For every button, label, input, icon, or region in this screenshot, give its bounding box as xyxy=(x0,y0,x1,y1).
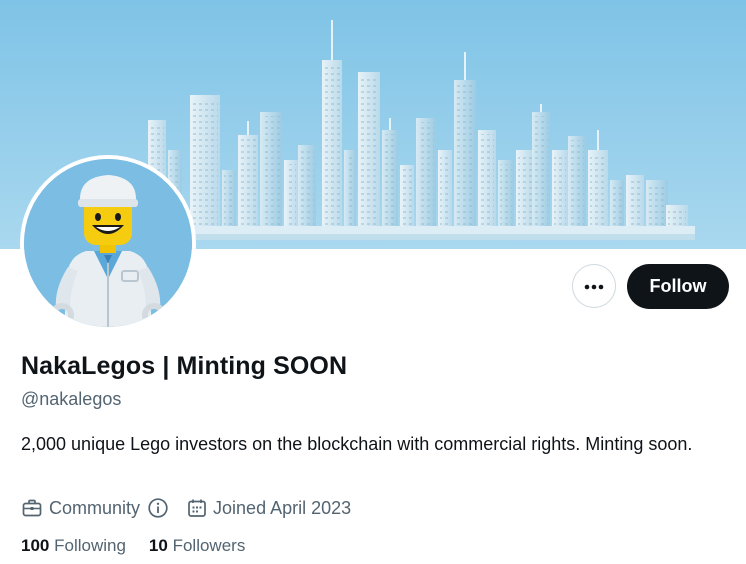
banner-building-windows xyxy=(224,174,234,228)
banner-building-windows xyxy=(500,164,512,228)
follow-button-label: Follow xyxy=(649,276,707,296)
banner-building-windows xyxy=(628,179,642,228)
banner-building-windows xyxy=(240,139,256,228)
banner-building-windows xyxy=(324,64,340,228)
banner-building-windows xyxy=(648,184,666,228)
profile-bio: 2,000 unique Lego investors on the block… xyxy=(21,434,693,454)
banner-building-windows xyxy=(668,209,686,228)
info-icon[interactable] xyxy=(147,497,169,519)
banner-building-windows xyxy=(346,154,354,228)
banner-building-windows xyxy=(612,184,622,228)
banner-building-windows xyxy=(590,154,606,228)
following-count: 100 xyxy=(21,536,50,555)
banner-building-windows xyxy=(360,76,378,228)
followers-label: Followers xyxy=(172,536,246,555)
more-dots-icon xyxy=(584,277,604,295)
banner-building-windows xyxy=(518,154,532,228)
more-options-button[interactable] xyxy=(572,264,616,308)
banner-building-windows xyxy=(534,116,548,228)
banner-building-windows xyxy=(418,122,434,228)
banner-building-windows xyxy=(554,154,566,228)
banner-building-windows xyxy=(384,134,396,228)
joined-date: Joined April 2023 xyxy=(213,497,352,518)
banner-building-windows xyxy=(192,99,218,228)
profile-stats-row: 100 Following 10 Followers xyxy=(21,536,245,556)
followers-count: 10 xyxy=(148,536,168,555)
display-name: NakaLegos | Minting SOON xyxy=(21,352,348,380)
banner-building-windows xyxy=(480,134,494,228)
banner-building-windows xyxy=(570,140,584,228)
briefcase-icon xyxy=(21,497,43,519)
banner-building-windows xyxy=(300,149,314,228)
following-label: Following xyxy=(54,536,126,555)
follow-button[interactable]: Follow xyxy=(627,264,729,309)
banner-building-windows xyxy=(440,154,450,228)
banner-building-windows xyxy=(262,116,280,228)
calendar-icon xyxy=(186,497,208,519)
banner-building-windows xyxy=(456,84,474,228)
following-link[interactable]: 100 Following xyxy=(21,536,126,556)
user-handle: @nakalegos xyxy=(21,389,122,409)
category-label[interactable]: Community xyxy=(49,498,140,519)
avatar[interactable] xyxy=(20,155,196,331)
followers-link[interactable]: 10 Followers xyxy=(149,536,245,556)
profile-meta-row: Community Joined April 2023 xyxy=(21,496,351,520)
banner-building-windows xyxy=(286,164,296,228)
banner-building-windows xyxy=(402,169,412,228)
